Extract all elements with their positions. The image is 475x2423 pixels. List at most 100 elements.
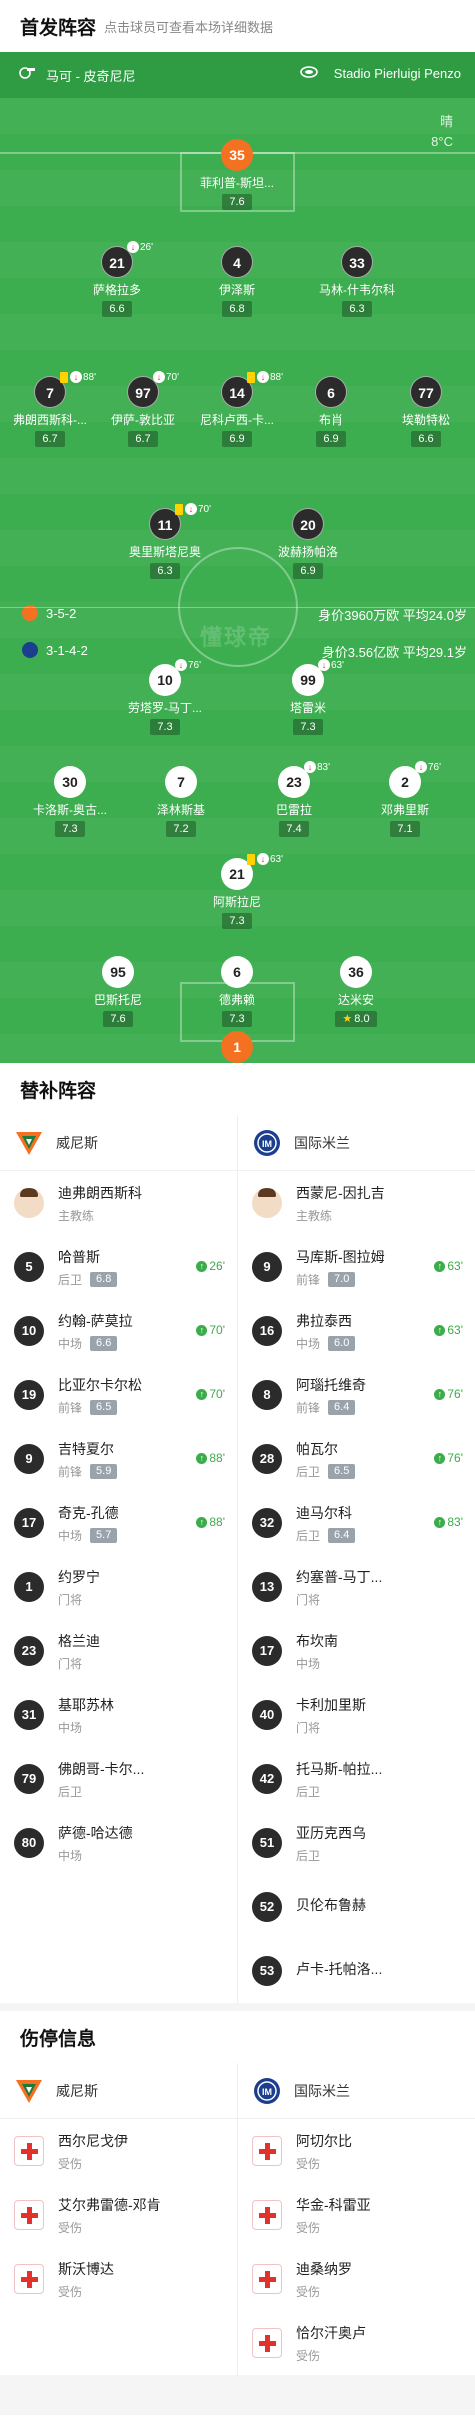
sub-player-meta: 后卫: [296, 1847, 366, 1864]
player-marker[interactable]: 97 ↓ 70' 伊萨-敦比亚 6.7: [93, 371, 193, 447]
sub-player-position: 后卫: [296, 1784, 321, 1799]
player-marker[interactable]: 20 波赫扬帕洛 6.9: [258, 508, 358, 579]
player-marker[interactable]: 35 菲利普-斯坦... 7.6: [187, 139, 287, 210]
player-marker[interactable]: 7 ↓ 88' 弗朗西斯科-... 6.7: [0, 371, 100, 447]
player-marker[interactable]: 23 ↓ 83' 巴雷拉 7.4: [244, 761, 344, 837]
team-row-home[interactable]: 威尼斯: [0, 1115, 237, 1171]
injured-player-row[interactable]: 斯沃博达 受伤: [0, 2247, 237, 2311]
sub-player-row[interactable]: 8 阿瑙托维奇 前锋 6.4 ↑ 76': [238, 1363, 475, 1427]
subs-columns: 威尼斯 迪弗朗西斯科 主教练 5 哈普斯 后卫 6.8 ↑ 26' 10 约翰-萨莫拉 中场 6.…: [0, 1115, 475, 2003]
sub-off-icon: ↓: [304, 761, 316, 773]
sub-player-row[interactable]: 19 比亚尔卡尔松 前锋 6.5 ↑ 70': [0, 1363, 237, 1427]
sub-on-icon: ↑: [196, 1324, 208, 1336]
injury-team-away[interactable]: IM 国际米兰: [238, 2063, 475, 2119]
shirt-number-badge: 23: [14, 1636, 44, 1666]
player-name: 阿斯拉尼: [212, 895, 261, 909]
sub-minute: 76': [188, 659, 202, 671]
player-marker[interactable]: 33 马林-什韦尔科 6.3: [307, 246, 407, 317]
sub-player-rating: 6.4: [328, 1399, 356, 1415]
player-marker[interactable]: 1索默7.2: [187, 1031, 287, 1063]
medical-cross-icon: [252, 2136, 282, 2166]
sub-player-info: 奇克-孔德 中场 5.7: [58, 1503, 119, 1544]
sub-on-icon: ↑: [196, 1388, 208, 1400]
sub-player-row[interactable]: 10 约翰-萨莫拉 中场 6.6 ↑ 70': [0, 1299, 237, 1363]
player-marker[interactable]: 7 泽林斯基 7.2: [131, 766, 231, 837]
injured-player-row[interactable]: 阿切尔比 受伤: [238, 2119, 475, 2183]
sub-player-row[interactable]: 13 约塞普-马丁... 门将: [238, 1555, 475, 1619]
sub-player-row[interactable]: 23 格兰迪 门将: [0, 1619, 237, 1683]
sub-player-row[interactable]: 9 马库斯-图拉姆 前锋 7.0 ↑ 63': [238, 1235, 475, 1299]
shirt-number-badge: 51: [252, 1828, 282, 1858]
player-rating: 7.3: [222, 913, 252, 929]
whistle-icon: [19, 67, 35, 79]
player-marker[interactable]: 36 达米安 ★ 8.0: [306, 956, 406, 1027]
sub-player-info: 迪马尔科 后卫 6.4: [296, 1503, 356, 1544]
sub-player-row[interactable]: 17 奇克-孔德 中场 5.7 ↑ 88': [0, 1491, 237, 1555]
sub-player-row[interactable]: 42 托马斯-帕拉... 后卫: [238, 1747, 475, 1811]
sub-player-row[interactable]: 40 卡利加里斯 门将: [238, 1683, 475, 1747]
event-markers: ↓ 76': [175, 659, 201, 671]
sub-player-row[interactable]: 31 基耶苏林 中场: [0, 1683, 237, 1747]
sub-player-row[interactable]: 9 吉特夏尔 前锋 5.9 ↑ 88': [0, 1427, 237, 1491]
sub-player-row[interactable]: 1 约罗宁 门将: [0, 1555, 237, 1619]
player-marker[interactable]: 4 伊泽斯 6.8: [187, 246, 287, 317]
stadium-icon: [300, 66, 318, 78]
sub-player-row[interactable]: 53 卢卡-托帕洛...: [238, 1939, 475, 2003]
injured-player-row[interactable]: 恰尔汗奥卢 受伤: [238, 2311, 475, 2375]
player-marker[interactable]: 95 巴斯托尼 7.6: [68, 956, 168, 1027]
injured-player-row[interactable]: 华金-科雷亚 受伤: [238, 2183, 475, 2247]
sub-on-time: ↑ 88': [196, 1515, 225, 1529]
team-row-away[interactable]: IM 国际米兰: [238, 1115, 475, 1171]
player-marker[interactable]: 11 ↓ 70' 奥里斯塔尼奥 6.3: [115, 503, 215, 579]
player-name: 达米安: [337, 993, 374, 1007]
injured-player-name: 阿切尔比: [296, 2132, 352, 2149]
sub-player-row[interactable]: 80 萨德-哈达德 中场: [0, 1811, 237, 1875]
coach-away[interactable]: 西蒙尼-因扎吉 主教练: [238, 1171, 475, 1235]
player-marker[interactable]: 77 埃勒特松 6.6: [376, 376, 475, 447]
injured-player-row[interactable]: 西尔尼戈伊 受伤: [0, 2119, 237, 2183]
player-marker[interactable]: 2 ↓ 76' 邓弗里斯 7.1: [355, 761, 455, 837]
sub-player-row[interactable]: 32 迪马尔科 后卫 6.4 ↑ 83': [238, 1491, 475, 1555]
rating-value: 6.7: [135, 433, 151, 445]
player-marker[interactable]: 6 布肖 6.9: [281, 376, 381, 447]
sub-player-name: 马库斯-图拉姆: [296, 1248, 385, 1265]
player-marker[interactable]: 14 ↓ 88' 尼科卢西-卡... 6.9: [187, 371, 287, 447]
sub-player-row[interactable]: 79 佛朗哥-卡尔... 后卫: [0, 1747, 237, 1811]
sub-player-info: 格兰迪 门将: [58, 1631, 100, 1672]
sub-player-info: 托马斯-帕拉... 后卫: [296, 1759, 382, 1800]
sub-player-name: 卢卡-托帕洛...: [296, 1961, 383, 1977]
player-marker[interactable]: 30 卡洛斯-奥古... 7.3: [20, 766, 120, 837]
shirt-number: 33: [341, 246, 373, 278]
inter-logo-icon: IM: [254, 1129, 280, 1156]
sub-player-meta: 后卫: [58, 1783, 144, 1800]
sub-player-position: 中场: [296, 1336, 321, 1351]
sub-player-row[interactable]: 16 弗拉泰西 中场 6.0 ↑ 63': [238, 1299, 475, 1363]
sub-player-row[interactable]: 51 亚历克西乌 后卫: [238, 1811, 475, 1875]
sub-player-row[interactable]: 5 哈普斯 后卫 6.8 ↑ 26': [0, 1235, 237, 1299]
sub-player-name: 迪马尔科: [296, 1504, 352, 1521]
player-marker[interactable]: 10 ↓ 76' 劳塔罗-马丁... 7.3: [115, 659, 215, 735]
sub-player-name: 佛朗哥-卡尔...: [58, 1760, 145, 1777]
medical-cross-icon: [252, 2200, 282, 2230]
injury-status: 受伤: [296, 2156, 321, 2171]
injured-player-row[interactable]: 迪桑纳罗 受伤: [238, 2247, 475, 2311]
rating-value: 6.9: [300, 565, 316, 577]
sub-player-rating: 6.0: [328, 1335, 356, 1351]
player-marker[interactable]: 99 ↓ 63' 塔雷米 7.3: [258, 659, 358, 735]
medical-cross-icon: [14, 2200, 44, 2230]
sub-player-row[interactable]: 28 帕瓦尔 后卫 6.5 ↑ 76': [238, 1427, 475, 1491]
injury-team-home[interactable]: 威尼斯: [0, 2063, 237, 2119]
player-marker[interactable]: 21 ↓ 26' 萨格拉多 6.6: [67, 241, 167, 317]
injured-player-meta: 受伤: [296, 2347, 366, 2364]
coach-home[interactable]: 迪弗朗西斯科 主教练: [0, 1171, 237, 1235]
medical-cross-icon: [252, 2264, 282, 2294]
injured-player-row[interactable]: 艾尔弗雷德-邓肯 受伤: [0, 2183, 237, 2247]
player-marker[interactable]: 6 德弗赖 7.3: [187, 956, 287, 1027]
sub-player-name: 吉特夏尔: [58, 1440, 114, 1457]
sub-player-row[interactable]: 52 贝伦布鲁赫: [238, 1875, 475, 1939]
sub-player-meta: 门将: [58, 1591, 100, 1608]
subs-away-column: IM 国际米兰 西蒙尼-因扎吉 主教练 9 马库斯-图拉姆 前锋 7.0 ↑ 63' 16 弗…: [237, 1115, 475, 2003]
sub-player-position: 前锋: [58, 1464, 83, 1479]
player-marker[interactable]: 21 ↓ 63' 阿斯拉尼 7.3: [187, 853, 287, 929]
sub-player-row[interactable]: 17 布坎南 中场: [238, 1619, 475, 1683]
